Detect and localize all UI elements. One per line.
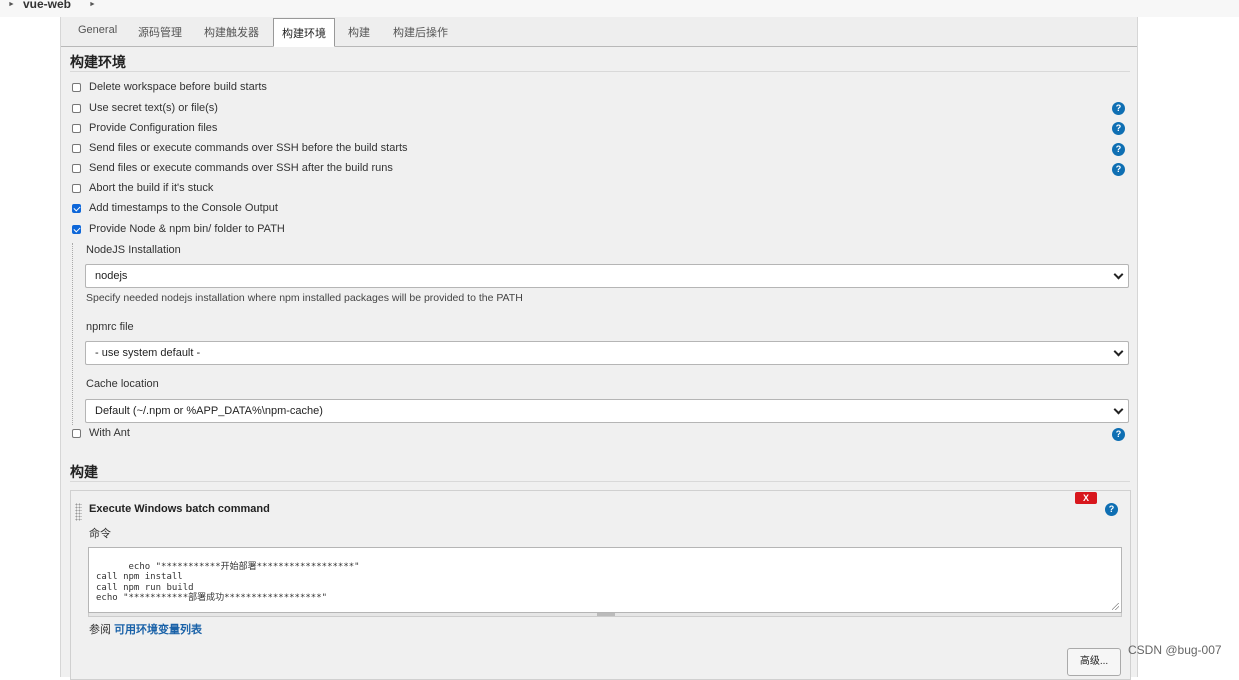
build-step-title: Execute Windows batch command — [89, 503, 270, 515]
nodejs-installation-select[interactable]: nodejs — [85, 264, 1129, 288]
option-label: Use secret text(s) or file(s) — [89, 102, 218, 114]
help-icon[interactable]: ? — [1112, 428, 1125, 441]
breadcrumb-bar: ► vue-web ► — [0, 0, 1239, 17]
tab-general[interactable]: General — [78, 24, 117, 36]
env-vars-link[interactable]: 可用环境变量列表 — [114, 624, 202, 636]
option-label: Delete workspace before build starts — [89, 81, 267, 93]
tab-post-build-actions[interactable]: 构建后操作 — [393, 24, 448, 40]
npmrc-file-select[interactable]: - use system default - — [85, 341, 1129, 365]
chevron-down-icon — [1113, 404, 1124, 415]
help-icon[interactable]: ? — [1112, 102, 1125, 115]
breadcrumb-menu-arrow-icon[interactable]: ► — [89, 1, 96, 8]
section-divider — [70, 481, 1130, 482]
option-label: With Ant — [89, 427, 130, 439]
build-env-section-title: 构建环境 — [70, 54, 126, 70]
see-also-prefix: 参阅 — [89, 624, 115, 636]
advanced-button[interactable]: 高级... — [1067, 648, 1121, 676]
select-value: - use system default - — [95, 347, 201, 359]
command-text: echo "***********开始部署******************"… — [96, 561, 360, 604]
textarea-scrollbar[interactable] — [88, 613, 1122, 617]
drag-handle-icon[interactable] — [75, 503, 82, 521]
option-label: Abort the build if it's stuck — [89, 182, 214, 194]
build-section-title: 构建 — [70, 464, 98, 480]
option-label: Add timestamps to the Console Output — [89, 202, 278, 214]
option-label: Send files or execute commands over SSH … — [89, 142, 408, 154]
option-label: Send files or execute commands over SSH … — [89, 162, 393, 174]
help-icon[interactable]: ? — [1105, 503, 1118, 516]
breadcrumb-arrow-icon: ► — [8, 1, 15, 8]
select-value: nodejs — [95, 270, 128, 282]
checkbox[interactable] — [72, 83, 81, 92]
nodejs-installation-label: NodeJS Installation — [86, 244, 181, 256]
chevron-down-icon — [1113, 269, 1124, 280]
checkbox-checked[interactable] — [72, 204, 81, 213]
nested-options-indent — [72, 243, 73, 425]
resize-grip-icon[interactable] — [1112, 603, 1119, 610]
checkbox[interactable] — [72, 104, 81, 113]
chevron-down-icon — [1113, 346, 1124, 357]
build-step-windows-batch: Execute Windows batch command X ? 命令 ech… — [70, 490, 1131, 680]
cache-location-label: Cache location — [86, 378, 159, 390]
tab-build-environment[interactable]: 构建环境 — [273, 18, 335, 47]
delete-step-button[interactable]: X — [1075, 492, 1097, 504]
checkbox-checked[interactable] — [72, 225, 81, 234]
checkbox[interactable] — [72, 124, 81, 133]
checkbox[interactable] — [72, 184, 81, 193]
npmrc-file-label: npmrc file — [86, 321, 134, 333]
tab-source-management[interactable]: 源码管理 — [138, 24, 182, 40]
watermark: CSDN @bug-007 — [1128, 643, 1222, 657]
command-label: 命令 — [89, 528, 111, 540]
command-textarea[interactable]: echo "***********开始部署******************"… — [88, 547, 1122, 613]
breadcrumb-item-vue-web[interactable]: vue-web — [23, 0, 71, 11]
checkbox[interactable] — [72, 429, 81, 438]
section-divider — [70, 71, 1130, 72]
tab-build[interactable]: 构建 — [348, 24, 370, 40]
option-label: Provide Configuration files — [89, 122, 218, 134]
select-value: Default (~/.npm or %APP_DATA%\npm-cache) — [95, 405, 323, 417]
checkbox[interactable] — [72, 144, 81, 153]
tab-build-triggers[interactable]: 构建触发器 — [204, 24, 259, 40]
config-panel: General 源码管理 构建触发器 构建环境 构建 构建后操作 构建环境 De… — [60, 17, 1138, 680]
nodejs-installation-description: Specify needed nodejs installation where… — [86, 292, 523, 304]
help-icon[interactable]: ? — [1112, 163, 1125, 176]
tab-bar: General 源码管理 构建触发器 构建环境 构建 构建后操作 — [61, 17, 1137, 47]
cache-location-select[interactable]: Default (~/.npm or %APP_DATA%\npm-cache) — [85, 399, 1129, 423]
help-icon[interactable]: ? — [1112, 122, 1125, 135]
help-icon[interactable]: ? — [1112, 143, 1125, 156]
checkbox[interactable] — [72, 164, 81, 173]
option-label: Provide Node & npm bin/ folder to PATH — [89, 223, 285, 235]
scrollbar-thumb[interactable] — [597, 613, 615, 616]
see-also-line: 参阅 可用环境变量列表 — [89, 621, 202, 637]
